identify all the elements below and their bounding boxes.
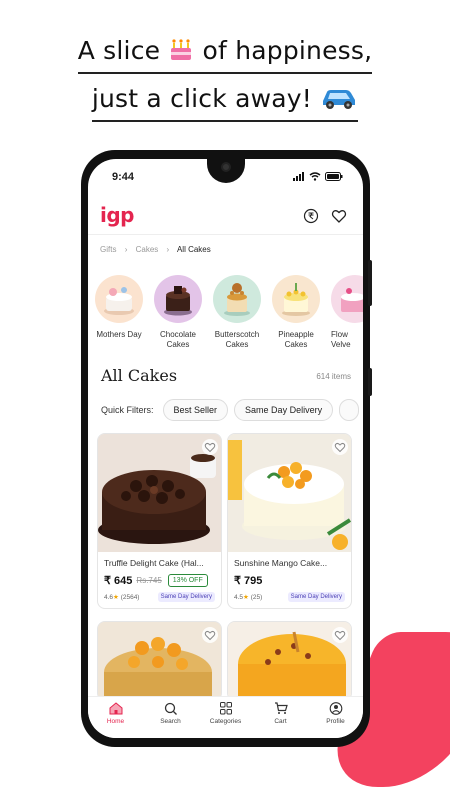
category-label: Butterscotch	[214, 330, 260, 339]
category-chocolate-cakes[interactable]: Chocolate Cakes	[154, 275, 202, 355]
nav-label: Search	[160, 718, 181, 725]
volume-button	[368, 260, 372, 306]
car-icon	[320, 86, 358, 116]
filter-chip-more[interactable]	[339, 399, 360, 421]
breadcrumb-cakes[interactable]: Cakes	[136, 245, 159, 254]
wifi-icon	[309, 172, 321, 181]
battery-icon	[325, 172, 343, 181]
wishlist-heart-icon[interactable]	[332, 627, 348, 643]
discount-badge: 13% OFF	[167, 574, 208, 587]
cart-icon	[274, 702, 288, 714]
status-time: 9:44	[112, 171, 135, 183]
star-icon: ★	[113, 594, 119, 601]
product-price: ₹ 645	[104, 575, 133, 587]
wishlist-heart-icon[interactable]	[331, 208, 347, 224]
phone-frame: 9:44 igp Gifts › Cakes › All Cakes Mothe…	[81, 150, 372, 747]
bottom-navigation: Home Search Categories Cart Profile	[88, 696, 363, 738]
power-button	[368, 368, 372, 396]
category-mothers-day[interactable]: Mothers Day	[95, 275, 143, 355]
product-mrp: Rs.745	[136, 576, 162, 585]
truffle-cake-image	[98, 434, 221, 552]
category-label: Mothers Day	[96, 330, 142, 339]
nav-label: Home	[106, 718, 125, 725]
butterscotch-cake-image	[213, 275, 261, 323]
app-screen: 9:44 igp Gifts › Cakes › All Cakes Mothe…	[88, 159, 363, 738]
chevron-right-icon: ›	[166, 245, 170, 254]
category-label: Cakes	[225, 340, 249, 349]
category-flower-velvet[interactable]: Flow Velve	[331, 275, 363, 355]
wishlist-heart-icon[interactable]	[202, 439, 218, 455]
profile-icon	[329, 702, 342, 715]
same-day-delivery-badge: Same Day Delivery	[157, 592, 215, 602]
product-card[interactable]: Sunshine Mango Cake... ₹ 795 4.5★ (25) S…	[227, 433, 352, 609]
orange-cake-image	[228, 622, 351, 700]
nav-search[interactable]: Search	[143, 697, 198, 738]
wishlist-heart-icon[interactable]	[202, 627, 218, 643]
nav-label: Profile	[326, 718, 345, 725]
igp-logo[interactable]: igp	[100, 203, 135, 227]
breadcrumb-gifts[interactable]: Gifts	[100, 245, 116, 254]
signal-icon	[293, 172, 304, 181]
promo-line2-text: just a click away!	[91, 84, 312, 113]
app-header: igp	[88, 199, 363, 235]
product-name: Sunshine Mango Cake...	[234, 558, 328, 568]
nav-profile[interactable]: Profile	[308, 697, 363, 738]
nav-label: Cart	[274, 718, 287, 725]
wishlist-heart-icon[interactable]	[332, 439, 348, 455]
category-label: Cakes	[284, 340, 308, 349]
category-pineapple-cakes[interactable]: Pineapple Cakes	[272, 275, 320, 355]
quick-filters-label: Quick Filters:	[101, 405, 154, 415]
product-rating: 4.5★ (25)	[234, 594, 263, 601]
mothers-day-cake-image	[95, 275, 143, 323]
pineapple-cake-image	[272, 275, 320, 323]
nav-cart[interactable]: Cart	[253, 697, 308, 738]
product-price: ₹ 795	[234, 575, 263, 587]
product-card[interactable]	[97, 621, 222, 701]
filter-chip-same-day-delivery[interactable]: Same Day Delivery	[234, 399, 334, 421]
chocolate-cake-image	[154, 275, 202, 323]
promo-headline-line2: just a click away!	[0, 84, 450, 122]
same-day-delivery-badge: Same Day Delivery	[287, 592, 345, 602]
promo-line1-start: A slice	[77, 36, 161, 65]
product-rating: 4.6★ (2564)	[104, 594, 140, 601]
product-name: Truffle Delight Cake (Hal...	[104, 558, 204, 568]
birthday-cake-icon	[168, 36, 194, 68]
home-icon	[109, 702, 122, 715]
categories-grid-icon	[219, 702, 232, 715]
nav-home[interactable]: Home	[88, 697, 143, 738]
promo-headline-line1: A slice of happiness,	[0, 36, 450, 74]
nav-label: Categories	[209, 718, 242, 725]
flower-cake-image	[331, 275, 363, 323]
nav-categories[interactable]: Categories	[198, 697, 253, 738]
breadcrumb-current: All Cakes	[176, 245, 211, 254]
chevron-right-icon: ›	[124, 245, 128, 254]
promo-line1-end: of happiness,	[202, 36, 373, 65]
mango-cake-image	[228, 434, 351, 552]
category-label: Chocolate	[159, 330, 197, 339]
category-butterscotch-cakes[interactable]: Butterscotch Cakes	[213, 275, 261, 355]
category-carousel[interactable]: Mothers Day Chocolate Cakes Butterscotch C…	[95, 275, 363, 355]
search-icon	[164, 702, 177, 715]
product-card[interactable]	[227, 621, 352, 701]
product-card[interactable]: Truffle Delight Cake (Hal... ₹ 645 Rs.74…	[97, 433, 222, 609]
rupee-wallet-icon[interactable]	[303, 208, 319, 224]
category-label: Cakes	[166, 340, 190, 349]
filter-chip-best-seller[interactable]: Best Seller	[162, 399, 229, 421]
item-count: 614 items	[316, 372, 351, 381]
page-title: All Cakes	[101, 366, 178, 385]
category-label: Pineapple	[278, 330, 314, 339]
quick-filters: Quick Filters: Best Seller Same Day Deli…	[101, 399, 360, 421]
breadcrumb: Gifts › Cakes › All Cakes	[100, 245, 211, 254]
motichoor-cake-image	[98, 622, 221, 700]
star-icon: ★	[243, 594, 249, 601]
category-label: Velve	[331, 340, 351, 349]
status-bar: 9:44	[88, 171, 363, 187]
category-label: Flow	[331, 330, 348, 339]
